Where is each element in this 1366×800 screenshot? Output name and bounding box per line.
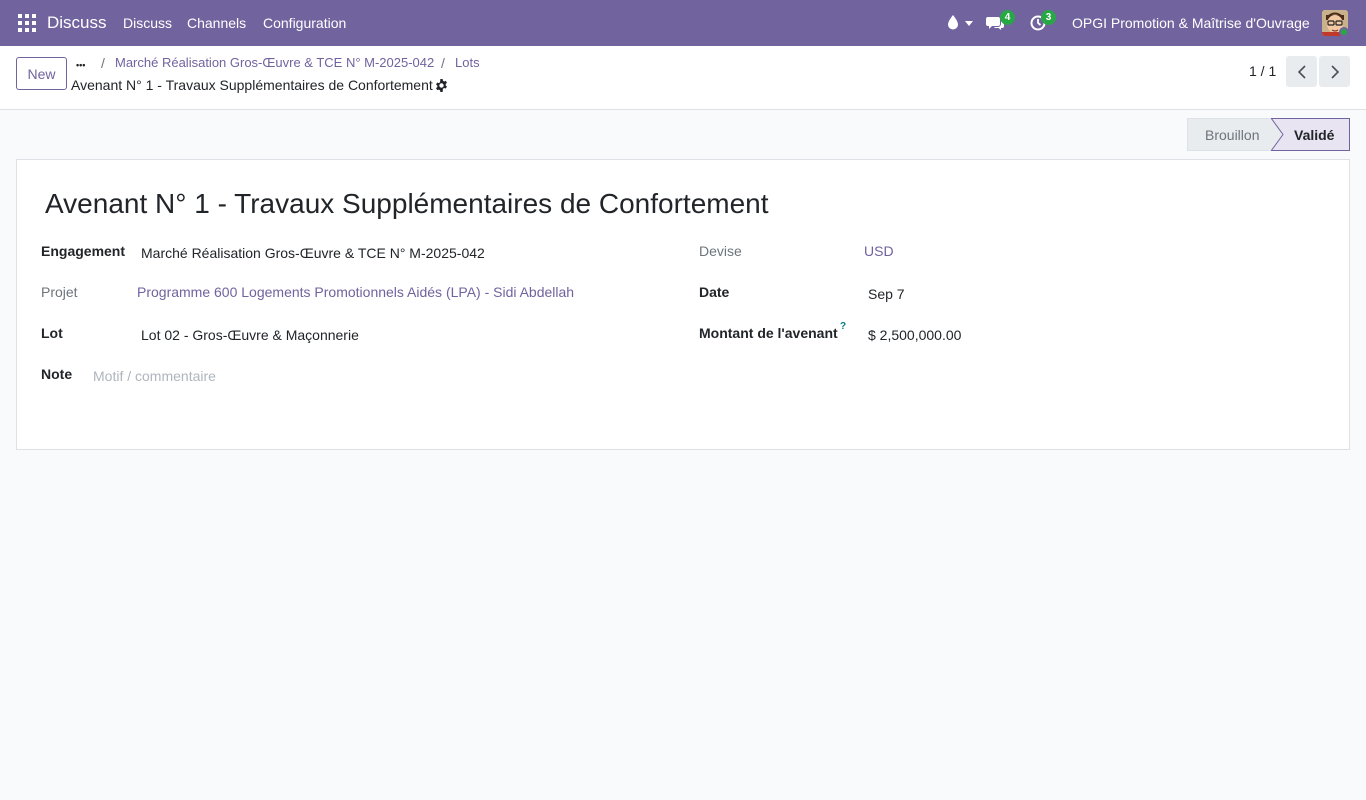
engagement-field[interactable]: Marché Réalisation Gros-Œuvre & TCE N° M…: [141, 245, 485, 261]
breadcrumb-lots[interactable]: Lots: [455, 55, 480, 70]
date-field[interactable]: Sep 7: [868, 286, 905, 302]
record-title: Avenant N° 1 - Travaux Supplémentaires d…: [71, 77, 433, 93]
pager-previous-button[interactable]: [1286, 56, 1317, 87]
note-label: Note: [41, 366, 73, 382]
stage-brouillon[interactable]: Brouillon: [1187, 118, 1272, 151]
menu-channels[interactable]: Channels: [187, 15, 246, 31]
date-label: Date: [699, 284, 730, 300]
breadcrumb-engagement[interactable]: Marché Réalisation Gros-Œuvre & TCE N° M…: [115, 55, 434, 70]
pager-next-button[interactable]: [1319, 56, 1350, 87]
lot-label: Lot: [41, 325, 63, 341]
more-actions-icon[interactable]: •••: [76, 60, 85, 70]
breadcrumb-separator: /: [101, 55, 105, 71]
menu-configuration[interactable]: Configuration: [263, 15, 346, 31]
app-grid-icon[interactable]: [18, 14, 36, 32]
montant-field[interactable]: $ 2,500,000.00: [868, 327, 961, 343]
lot-field[interactable]: Lot 02 - Gros-Œuvre & Maçonnerie: [141, 327, 359, 343]
control-panel: New ••• / Marché Réalisation Gros-Œuvre …: [0, 46, 1366, 110]
breadcrumb-separator: /: [441, 55, 445, 71]
app-name[interactable]: Discuss: [47, 13, 107, 33]
montant-label: Montant de l'avenant: [699, 325, 838, 341]
help-tooltip-icon[interactable]: ?: [840, 321, 846, 332]
menu-discuss[interactable]: Discuss: [123, 15, 172, 31]
chevron-left-icon: [1297, 64, 1306, 79]
stage-arrow-icon: [1269, 118, 1293, 151]
form-sheet: Avenant N° 1 - Travaux Supplémentaires d…: [16, 159, 1350, 450]
messages-badge: 4: [1000, 10, 1015, 25]
devise-field[interactable]: USD: [864, 243, 894, 259]
projet-label: Projet: [41, 284, 78, 300]
note-field[interactable]: Motif / commentaire: [93, 368, 216, 384]
devise-label: Devise: [699, 243, 742, 259]
online-status-dot: [1339, 27, 1349, 37]
company-switcher[interactable]: OPGI Promotion & Maîtrise d'Ouvrage: [1072, 15, 1310, 31]
chevron-down-icon[interactable]: [965, 21, 973, 26]
activities-badge: 3: [1041, 10, 1056, 25]
engagement-label: Engagement: [41, 243, 126, 259]
chevron-right-icon: [1330, 64, 1339, 79]
projet-field[interactable]: Programme 600 Logements Promotionnels Ai…: [137, 284, 574, 300]
water-drop-icon[interactable]: [946, 14, 960, 30]
pager-value[interactable]: 1 / 1: [1249, 63, 1276, 79]
new-button[interactable]: New: [16, 57, 67, 90]
top-navbar: Discuss Discuss Channels Configuration 4…: [0, 0, 1366, 46]
record-name-field[interactable]: Avenant N° 1 - Travaux Supplémentaires d…: [45, 188, 769, 220]
gear-icon[interactable]: [435, 79, 448, 92]
